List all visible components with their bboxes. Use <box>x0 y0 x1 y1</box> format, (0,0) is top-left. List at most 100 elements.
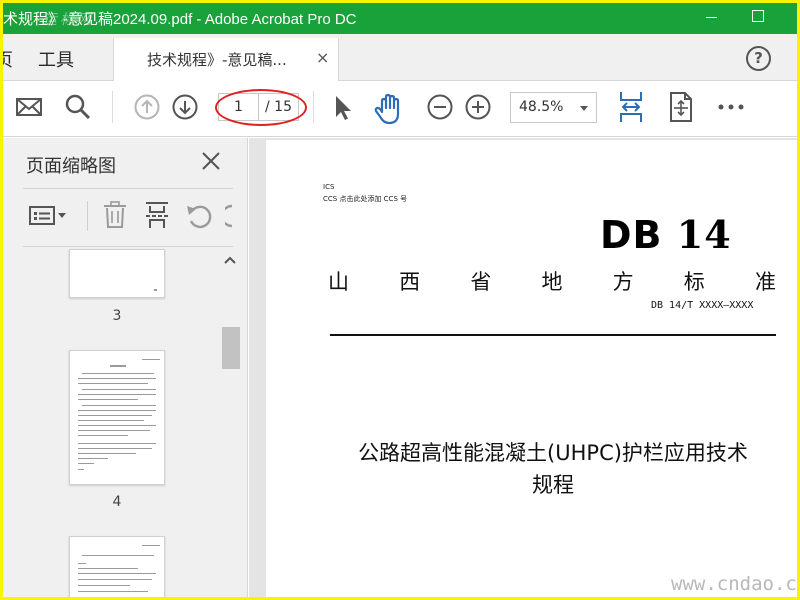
delete-page-icon[interactable] <box>101 200 129 230</box>
heading-char: 地 <box>541 270 563 294</box>
ccs-label: CCS 点击此处添加 CCS 号 <box>323 195 408 203</box>
document-view[interactable]: ICS CCS 点击此处添加 CCS 号 DB 14 山 西 省 地 方 标 准… <box>249 138 797 597</box>
more-options-icon[interactable] <box>717 103 745 111</box>
thumbnail-text-line <box>78 568 138 569</box>
rotate-left-icon[interactable] <box>185 202 213 230</box>
thumbnail-text-line <box>78 383 148 384</box>
heading-char: 西 <box>399 270 421 294</box>
thumbnail-toolbar <box>23 196 233 236</box>
maximize-button[interactable] <box>735 3 781 34</box>
heading-char: 山 <box>328 270 349 294</box>
tab-document[interactable]: 技术规程》-意见稿... × <box>113 38 339 82</box>
tab-close-icon[interactable]: × <box>316 48 329 67</box>
red-annotation-ellipse <box>215 89 307 126</box>
acrobat-window: 术规程》-意见稿2024.09.pdf - Adobe Acrobat Pro … <box>3 3 797 597</box>
thumbnail-text-line <box>110 365 126 367</box>
panel-title: 页面缩略图 <box>26 156 116 177</box>
title-line-1: 公路超高性能混凝土(UHPC)护栏应用技术 <box>358 441 748 465</box>
zoom-level-value: 48.5% <box>519 99 564 115</box>
corner-watermark: 运标网 <box>43 12 94 28</box>
thumbnail-text-line <box>78 410 156 411</box>
fit-page-icon[interactable] <box>617 90 645 124</box>
tab-tools[interactable]: 工具 <box>38 46 74 72</box>
close-icon[interactable] <box>200 150 222 172</box>
thumbnail-text-line <box>78 430 150 431</box>
thumbnail-text-line <box>78 415 152 416</box>
email-icon[interactable] <box>15 93 43 121</box>
thumbnail-text-line <box>82 389 156 390</box>
search-icon[interactable] <box>64 93 92 121</box>
thumbnail-page-4[interactable] <box>69 350 165 485</box>
extract-page-icon[interactable] <box>143 200 171 230</box>
thumbnail-text-line <box>78 469 84 470</box>
thumbnail-text-line <box>82 373 154 374</box>
heading-char: 准 <box>754 270 776 294</box>
thumbnail-text-line <box>78 563 86 564</box>
thumbnail-options-icon[interactable] <box>28 204 70 228</box>
thumbnail-label: 3 <box>112 308 122 324</box>
thumbnail-text-line <box>78 573 156 574</box>
hand-tool-icon[interactable] <box>373 93 407 125</box>
zoom-in-icon[interactable] <box>464 93 492 121</box>
standard-prefix: DB <box>600 213 663 257</box>
standard-region-number: 14 <box>676 212 732 257</box>
zoom-level-select[interactable]: 48.5% <box>510 92 597 123</box>
thumbnail-text-line <box>78 579 152 580</box>
title-line-2: 规程 <box>532 473 574 497</box>
thumbnail-scrollbar[interactable] <box>220 249 240 597</box>
help-icon[interactable]: ? <box>746 46 771 71</box>
panel-divider <box>23 246 233 247</box>
thumbnail-page-3[interactable] <box>69 249 165 298</box>
thumbnail-text-line <box>154 289 157 291</box>
thumbnail-text-line <box>78 453 136 454</box>
thumbnail-page-5[interactable] <box>69 536 165 597</box>
thumbnail-text-line <box>78 399 138 400</box>
select-pointer-icon[interactable] <box>328 93 356 121</box>
pdf-page: ICS CCS 点击此处添加 CCS 号 DB 14 山 西 省 地 方 标 准… <box>266 140 797 597</box>
document-title: 公路超高性能混凝土(UHPC)护栏应用技术 规程 <box>326 437 780 501</box>
heading-char: 标 <box>683 270 705 294</box>
zoom-out-icon[interactable] <box>426 93 454 121</box>
heading-char: 方 <box>612 270 634 294</box>
next-page-icon[interactable] <box>171 93 199 121</box>
tab-document-label: 技术规程》-意见稿... <box>147 51 287 69</box>
title-bar: 术规程》-意见稿2024.09.pdf - Adobe Acrobat Pro … <box>3 3 797 34</box>
province-standard-heading: 山 西 省 地 方 标 准 <box>328 266 776 296</box>
panel-divider <box>23 188 233 189</box>
main-toolbar: / 15 48.5% <box>3 81 797 137</box>
minimize-button[interactable] <box>689 3 735 34</box>
previous-page-icon[interactable] <box>133 93 161 121</box>
chevron-down-icon <box>580 106 588 111</box>
thumbnail-text-line <box>78 448 152 449</box>
thumbnail-text-line <box>78 425 156 426</box>
ics-label: ICS <box>323 183 335 191</box>
thumbnail-text-line <box>82 555 154 556</box>
toolbar-separator <box>313 91 314 123</box>
thumbnail-text-line <box>78 463 94 464</box>
site-watermark: www.cndao.com <box>671 573 797 595</box>
thumbnail-text-line <box>82 405 156 406</box>
heading-rule <box>330 334 776 336</box>
page-thumbnails-panel: 页面缩略图 3 4 <box>3 138 248 597</box>
toolbar-separator <box>112 91 113 123</box>
full-screen-icon[interactable] <box>668 91 694 123</box>
thumbnail-text-line <box>142 359 160 360</box>
chevron-up-icon[interactable] <box>223 255 237 265</box>
heading-char: 省 <box>470 270 492 294</box>
standard-number: DB 14/T XXXX—XXXX <box>651 300 754 311</box>
thumbnail-label: 4 <box>112 494 122 510</box>
scrollbar-thumb[interactable] <box>222 327 240 369</box>
toolbar-separator <box>87 201 88 231</box>
thumbnail-text-line <box>78 420 144 421</box>
thumbnail-text-line <box>78 435 128 436</box>
thumbnail-text-line <box>142 545 160 546</box>
thumbnail-text-line <box>78 458 108 459</box>
thumbnail-text-line <box>78 591 148 592</box>
thumbnail-text-line <box>78 378 156 379</box>
standard-logo: DB 14 <box>600 212 732 257</box>
thumbnail-text-line <box>78 394 156 395</box>
thumbnail-text-line <box>78 585 130 586</box>
tab-home[interactable]: 页 <box>3 46 13 72</box>
tab-bar: 页 工具 技术规程》-意见稿... × ? <box>3 34 797 82</box>
rotate-right-icon[interactable] <box>225 202 233 230</box>
